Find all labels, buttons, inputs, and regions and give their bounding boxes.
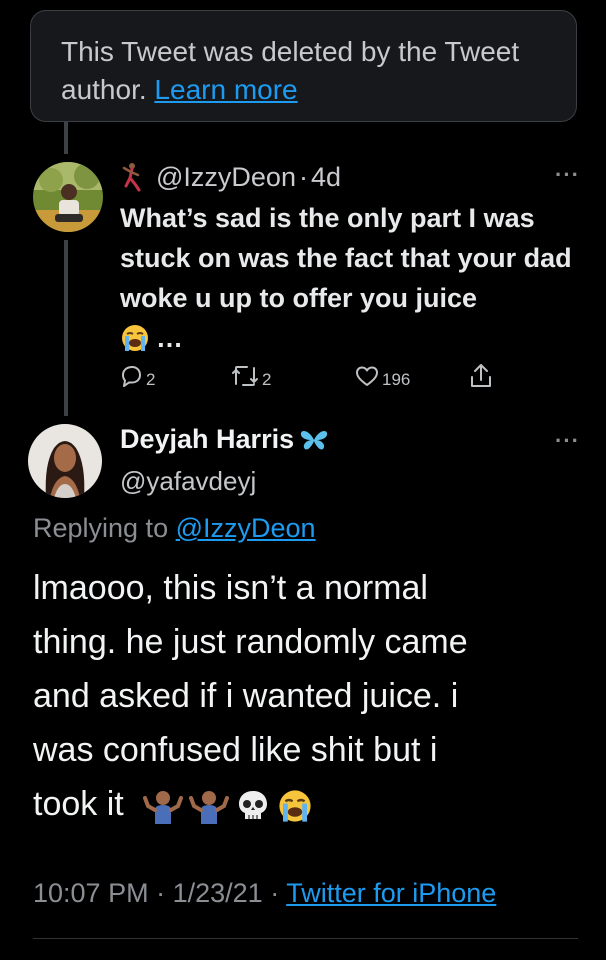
replying-to: Replying to @IzzyDeon [33,513,316,544]
reply-action[interactable]: 2 [118,362,155,390]
parent-tweet-body: What’s sad is the only part I was stuck … [120,203,572,313]
tweet-time[interactable]: 10:07 PM [33,878,149,908]
reply-text-line: and asked if i wanted juice. i [33,677,459,715]
share-action[interactable] [468,362,494,390]
meta-separator: · [156,878,166,908]
retweet-count: 2 [262,370,272,389]
reply-emoji-row [143,788,319,825]
reply-text-line: thing. he just randomly came [33,623,468,661]
loudly-crying-face-icon [279,790,311,822]
avatar-deyjah-harris[interactable] [28,424,102,498]
parent-action-bar: 2 2 196 [118,362,508,394]
parent-tweet-header: @IzzyDeon · 4d [120,160,341,194]
parent-emoji-line: … [120,318,590,358]
tweet-date[interactable]: 1/23/21 [173,878,263,908]
parent-age[interactable]: 4d [311,162,341,193]
reply-more-menu-button[interactable]: ··· [555,428,580,454]
reply-count: 2 [146,370,156,389]
like-count: 196 [382,370,411,389]
parent-tweet-text: What’s sad is the only part I was stuck … [120,198,590,358]
share-icon [471,364,491,387]
meta-separator: · [270,878,280,908]
parent-ellipsis: … [156,323,183,353]
learn-more-link[interactable]: Learn more [154,74,297,105]
man-shrugging-icon [143,791,184,825]
man-shrugging-icon [189,791,230,825]
parent-handle[interactable]: @IzzyDeon [156,162,296,193]
thread-line-top [64,122,68,154]
reply-display-name[interactable]: Deyjah Harris [120,424,294,455]
reply-text-line: was confused like shit but i [33,731,438,769]
parent-more-menu-button[interactable]: ··· [555,162,580,188]
replying-to-handle-link[interactable]: @IzzyDeon [176,513,316,543]
butterfly-icon [300,430,328,449]
parent-separator: · [298,161,308,192]
loudly-crying-face-icon [122,325,148,351]
reply-text-line: took it [33,785,124,823]
reply-icon [122,366,141,387]
man-dancing-icon [122,163,141,192]
reply-handle[interactable]: @yafavdeyj [120,466,256,497]
skull-icon [239,791,268,820]
reply-text-last-line: took it [33,777,588,831]
tweet-source-link[interactable]: Twitter for iPhone [286,878,496,908]
avatar-izzydeon[interactable] [33,162,103,232]
reply-author-name-row[interactable]: Deyjah Harris [120,424,330,455]
deleted-tweet-notice: This Tweet was deleted by the Tweet auth… [30,10,577,122]
tweet-meta: 10:07 PM · 1/23/21 · Twitter for iPhone [33,878,496,909]
thread-line-middle [64,240,68,416]
like-action[interactable]: 196 [354,362,410,390]
replying-to-label: Replying to [33,513,169,543]
reply-tweet-text: lmaooo, this isn’t a normal thing. he ju… [33,561,588,831]
retweet-icon [232,366,258,386]
heart-icon [356,366,378,386]
retweet-action[interactable]: 2 [230,362,271,390]
divider [33,938,578,939]
reply-text-line: lmaooo, this isn’t a normal [33,569,428,607]
